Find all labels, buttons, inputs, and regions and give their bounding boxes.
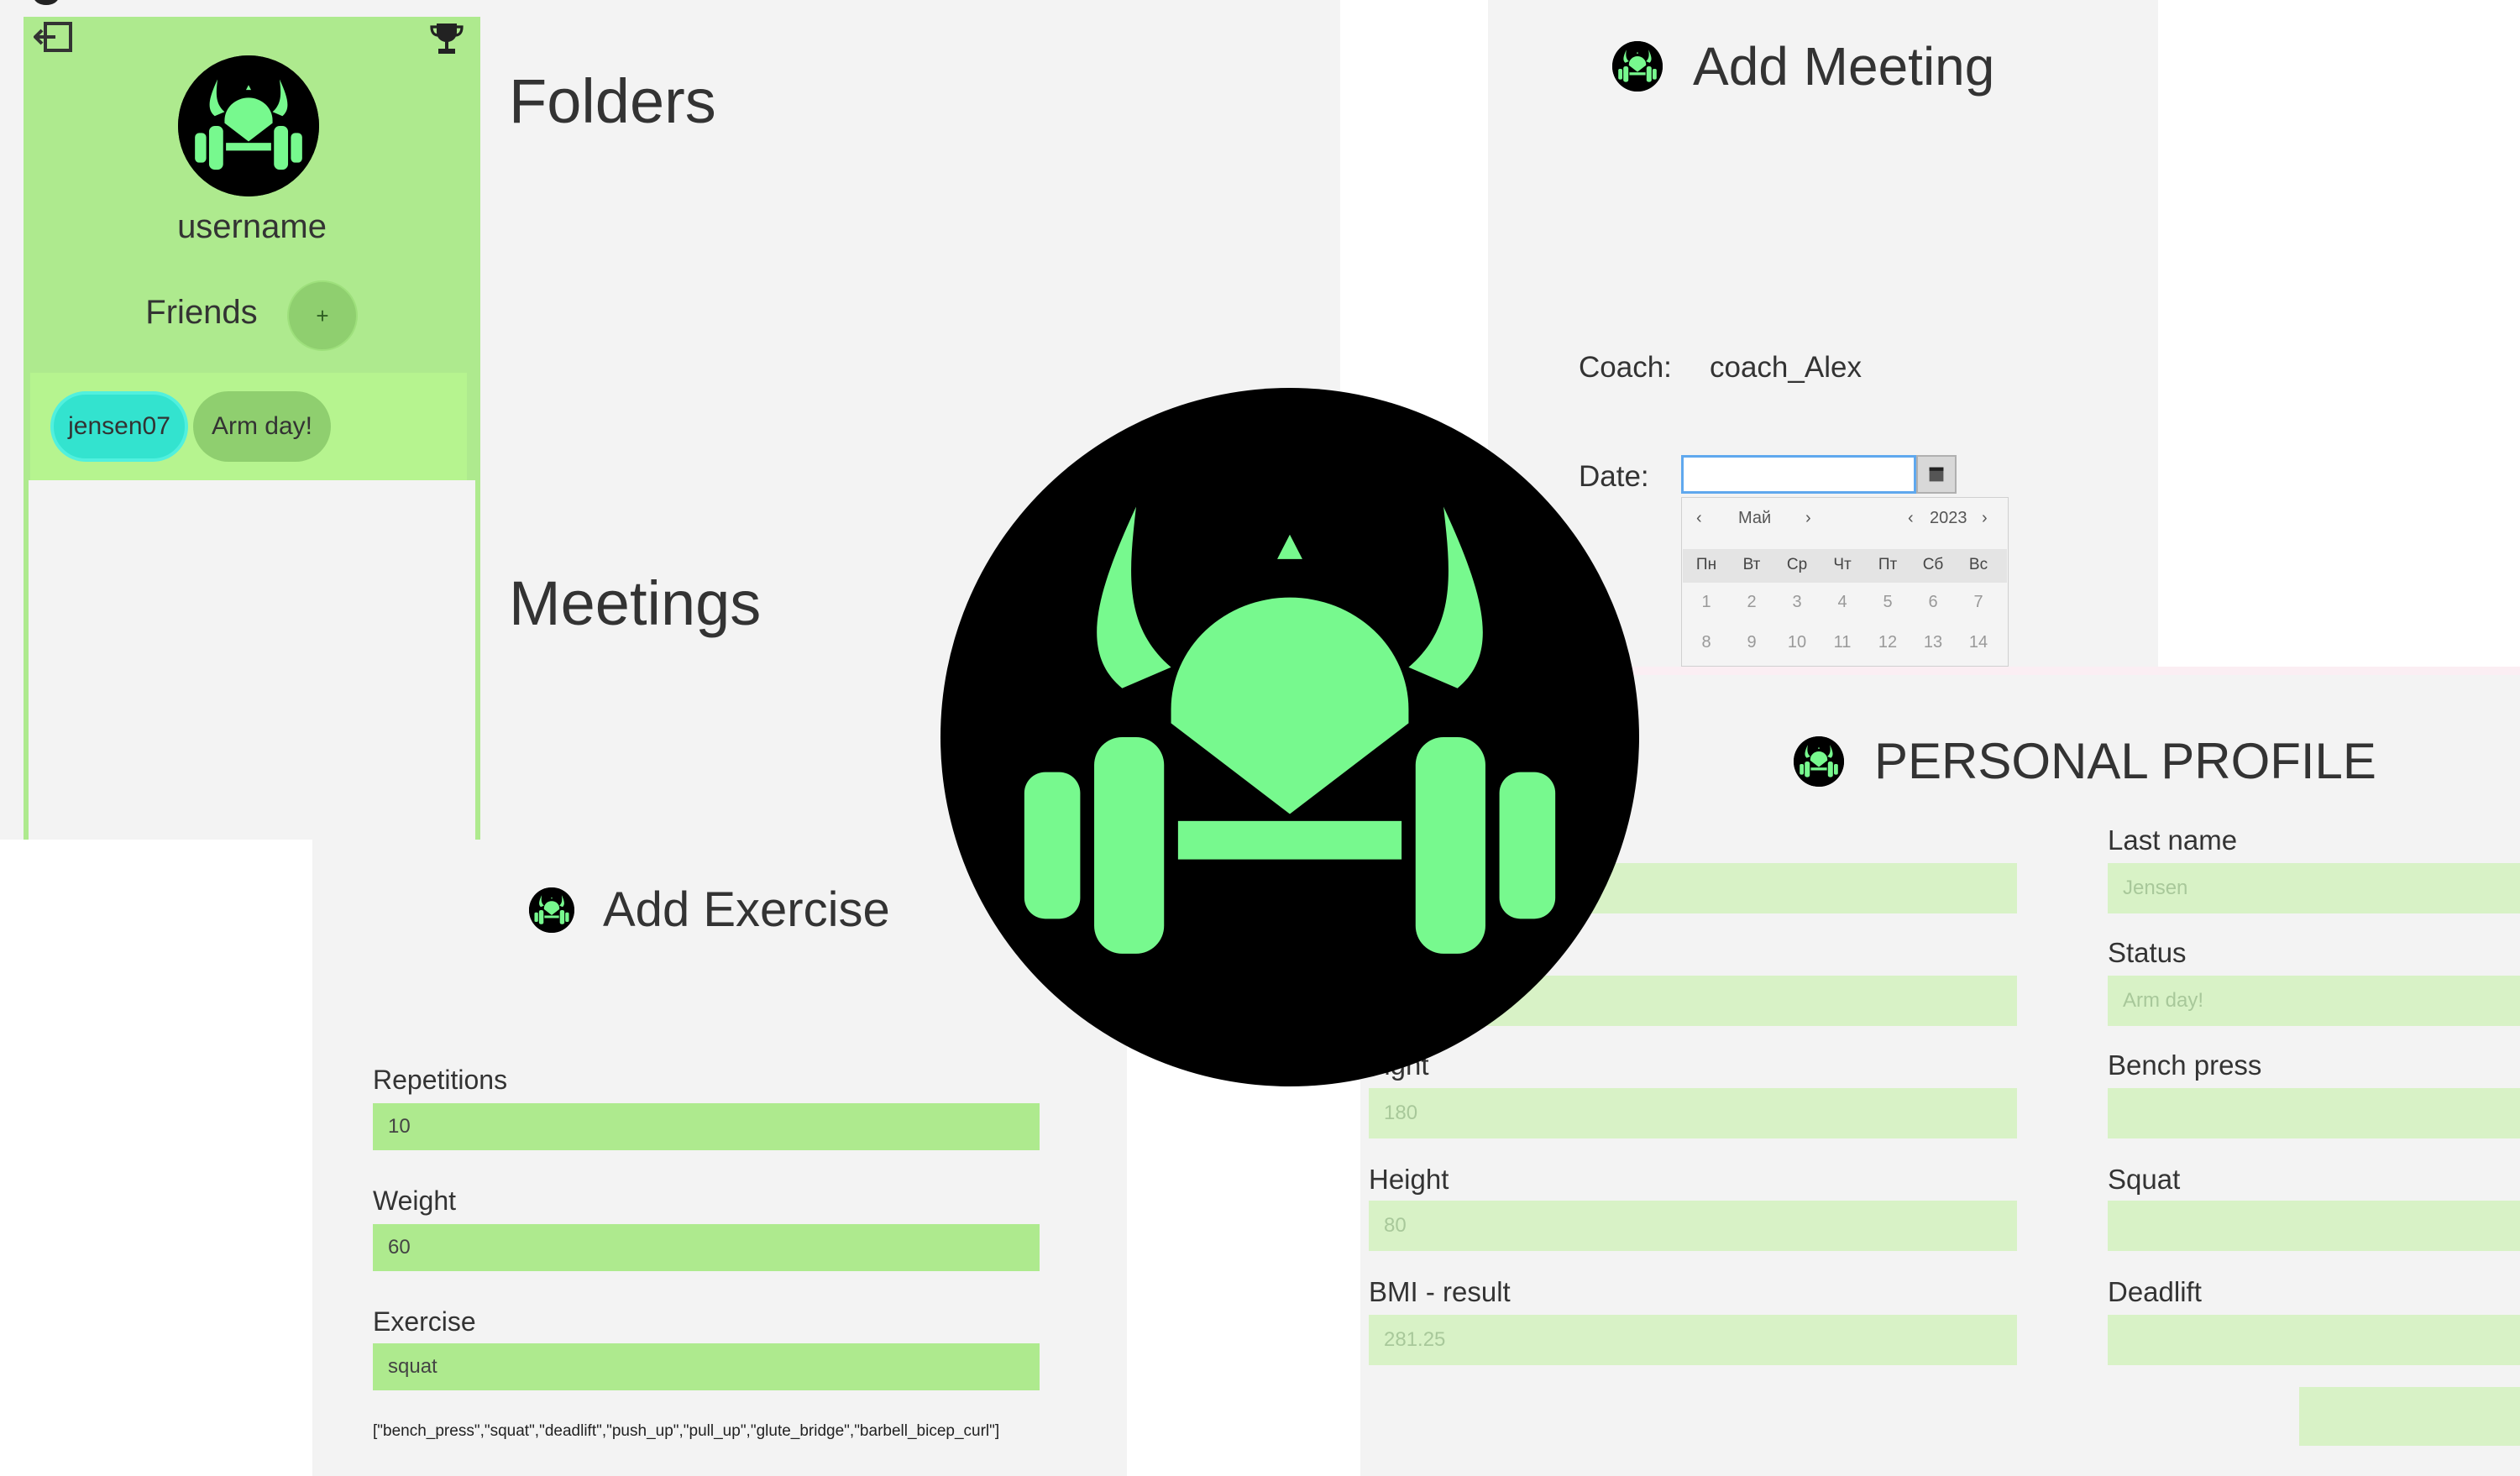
weekday-label: Вс	[1968, 556, 1988, 573]
calendar-day[interactable]: 1	[1684, 593, 1728, 612]
save-profile-button[interactable]	[2299, 1387, 2520, 1446]
weekday-label: Сб	[1922, 556, 1944, 573]
calendar-day[interactable]: 4	[1821, 593, 1864, 612]
calendar-day[interactable]: 11	[1821, 633, 1864, 652]
deadlift-label: Deadlift	[2108, 1276, 2202, 1307]
add-meeting-header: Add Meeting	[1612, 35, 1994, 97]
exit-icon[interactable]	[34, 20, 74, 54]
profile-header: PERSONAL PROFILE	[1794, 732, 2376, 790]
deadlift-input[interactable]	[2108, 1315, 2520, 1365]
bench-press-input[interactable]	[2108, 1088, 2520, 1138]
weekday-label: Ср	[1786, 556, 1808, 573]
app-logo	[940, 388, 1639, 1086]
profile-title: PERSONAL PROFILE	[1874, 733, 2376, 789]
exercise-options-text: ["bench_press","squat","deadlift","push_…	[373, 1422, 1000, 1440]
weight-label: Weight	[373, 1186, 457, 1216]
add-meeting-title: Add Meeting	[1693, 36, 1995, 97]
repetitions-label: Repetitions	[373, 1065, 508, 1095]
calendar-day[interactable]: 10	[1775, 633, 1819, 652]
repetitions-input[interactable]: 10	[373, 1103, 1040, 1150]
last-name-label: Last name	[2108, 824, 2238, 856]
calendar-day[interactable]: 13	[1911, 633, 1955, 652]
squat-input[interactable]	[2108, 1201, 2520, 1251]
calendar-day[interactable]: 6	[1911, 593, 1955, 612]
calendar-day[interactable]: 7	[1957, 593, 2000, 612]
add-exercise-header: Add Exercise	[529, 882, 890, 938]
calendar-day[interactable]: 3	[1775, 593, 1819, 612]
add-exercise-title: Add Exercise	[603, 882, 890, 937]
last-name-input[interactable]: Jensen	[2108, 863, 2520, 913]
add-friend-button[interactable]: +	[287, 280, 358, 351]
next-year-button[interactable]: ›	[1982, 509, 1988, 528]
app-logo-icon	[1612, 41, 1663, 92]
prev-year-button[interactable]: ‹	[1908, 509, 1914, 528]
weight-input[interactable]: 180	[1369, 1088, 2017, 1138]
status-label: Status	[2108, 937, 2187, 968]
weekday-label: Чт	[1833, 556, 1852, 573]
next-month-button[interactable]: ›	[1805, 509, 1811, 528]
calendar-day[interactable]: 5	[1866, 593, 1910, 612]
meetings-title: Meetings	[509, 568, 762, 638]
coach-value: coach_Alex	[1710, 351, 1862, 384]
app-logo-icon	[1794, 735, 1844, 787]
exercise-label: Exercise	[373, 1306, 476, 1337]
friend-name-chip[interactable]: jensen07	[50, 391, 188, 462]
status-input[interactable]: Arm day!	[2108, 976, 2520, 1026]
weekday-label: Пн	[1695, 556, 1717, 573]
bmi-result-field: 281.25	[1369, 1315, 2017, 1365]
calendar-day[interactable]: 8	[1684, 633, 1728, 652]
username-label: username	[177, 208, 327, 245]
friend-status-chip: Arm day!	[193, 391, 331, 462]
folders-title: Folders	[509, 66, 716, 136]
coach-label: Coach:	[1579, 351, 1672, 384]
height-input[interactable]: 80	[1369, 1201, 2017, 1251]
bench-press-label: Bench press	[2108, 1049, 2262, 1081]
calendar-day[interactable]: 2	[1730, 593, 1773, 612]
exercise-input[interactable]: squat	[373, 1343, 1040, 1390]
calendar-month: Май	[1738, 509, 1772, 527]
prev-month-button[interactable]: ‹	[1696, 509, 1702, 528]
friends-list	[24, 480, 480, 840]
weight-input[interactable]: 60	[373, 1224, 1040, 1271]
calendar-day[interactable]: 14	[1957, 633, 2000, 652]
height-label: Height	[1369, 1164, 1449, 1195]
squat-label: Squat	[2108, 1164, 2181, 1195]
weekday-label: Пт	[1878, 556, 1898, 573]
date-input[interactable]	[1681, 455, 1916, 494]
calendar-day[interactable]: 12	[1866, 633, 1910, 652]
user-avatar[interactable]	[178, 55, 319, 196]
app-logo-icon	[529, 887, 574, 933]
friends-label: Friends	[145, 294, 258, 331]
calendar-year: 2023	[1930, 509, 1967, 527]
calendar-button[interactable]	[1916, 455, 1957, 494]
bmi-label: BMI - result	[1369, 1276, 1511, 1307]
calendar-icon	[1929, 467, 1944, 482]
calendar-day[interactable]: 9	[1730, 633, 1773, 652]
weekday-label: Вт	[1742, 556, 1761, 573]
trophy-icon[interactable]	[430, 20, 464, 57]
